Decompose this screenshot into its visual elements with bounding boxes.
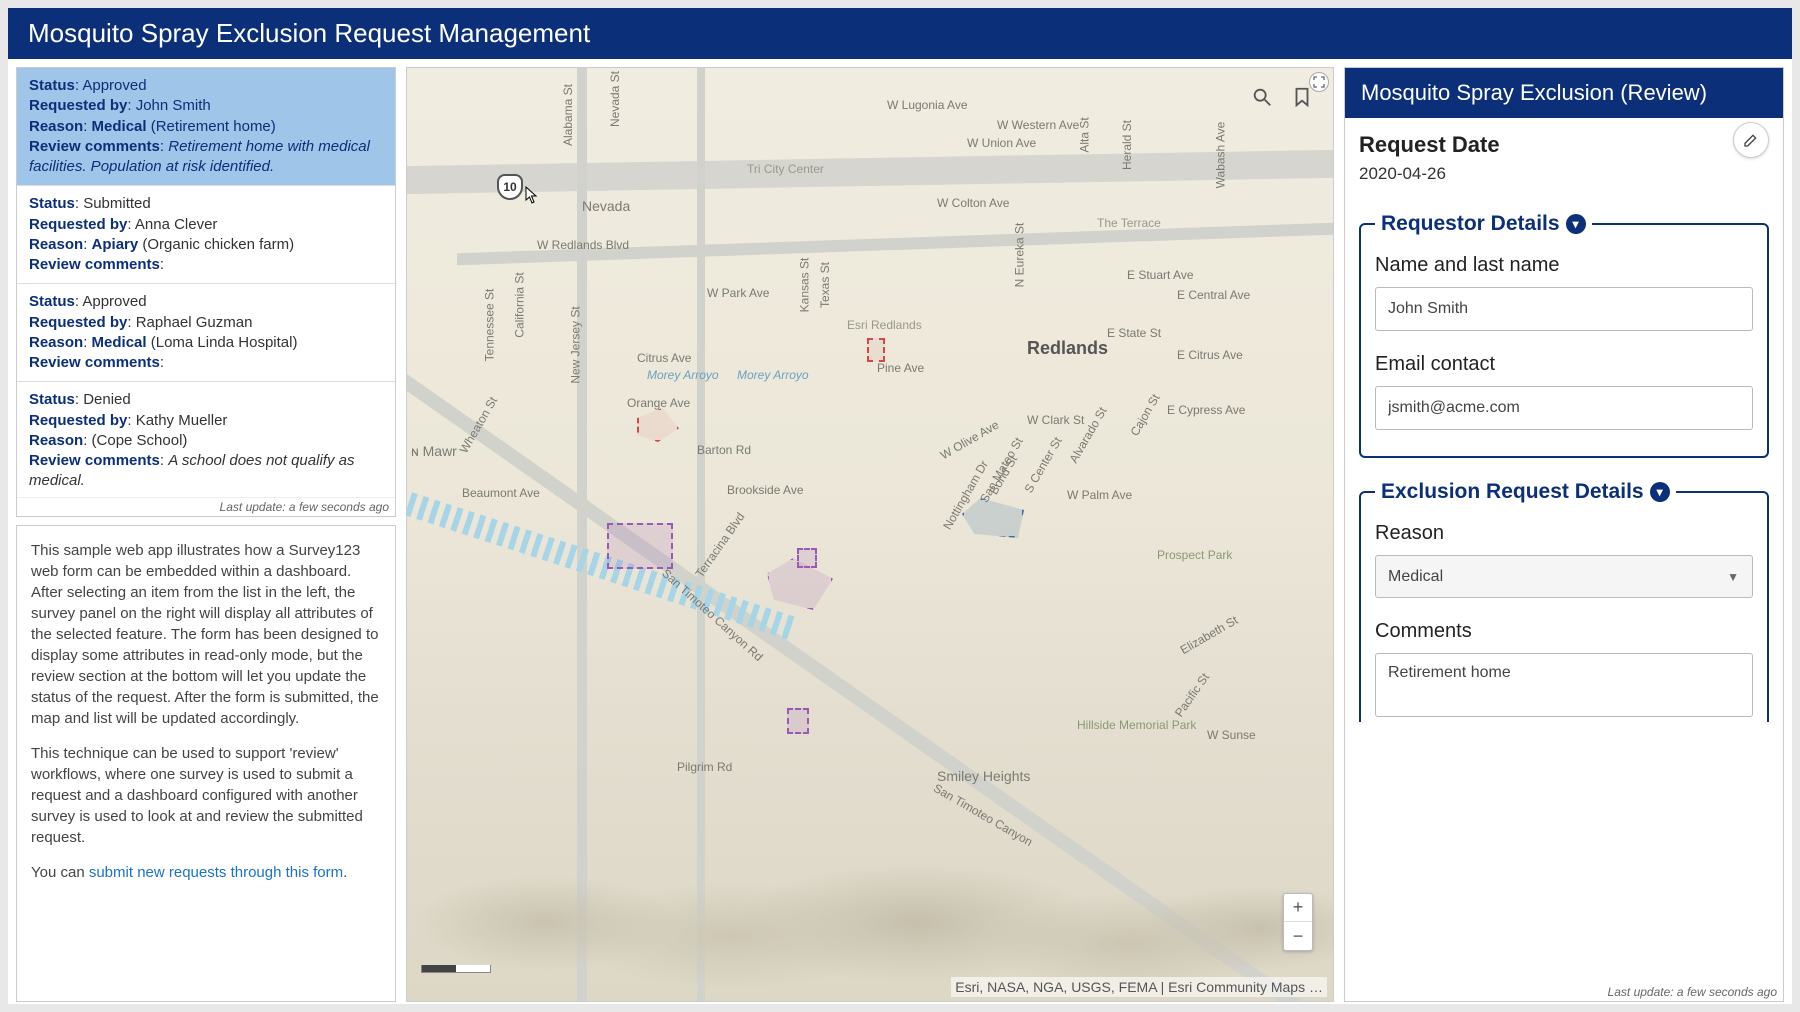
email-label: Email contact xyxy=(1375,353,1753,376)
request-date-value: 2020-04-26 xyxy=(1359,164,1769,184)
review-form-panel: Mosquito Spray Exclusion (Review) Reques… xyxy=(1344,67,1784,1002)
zoom-control: + − xyxy=(1283,893,1313,951)
list-item[interactable]: Status: ApprovedRequested by: Raphael Gu… xyxy=(17,284,395,382)
request-list-panel: Status: ApprovedRequested by: John Smith… xyxy=(16,67,396,517)
list-item[interactable]: Status: ApprovedRequested by: John Smith… xyxy=(17,68,395,186)
comments-field[interactable]: Retirement home xyxy=(1375,653,1753,717)
bookmark-icon[interactable] xyxy=(1291,86,1313,108)
map-feature[interactable] xyxy=(797,548,817,568)
list-item[interactable]: Status: DeniedRequested by: Kathy Muelle… xyxy=(17,382,395,497)
exclusion-details-group: Exclusion Request Details ▾ Reason Medic… xyxy=(1359,480,1769,722)
description-panel: This sample web app illustrates how a Su… xyxy=(16,525,396,1002)
reason-select[interactable]: Medical xyxy=(1375,555,1753,598)
description-p3: You can submit new requests through this… xyxy=(31,862,381,883)
form-header: Mosquito Spray Exclusion (Review) xyxy=(1345,68,1783,118)
chevron-down-icon: ▾ xyxy=(1566,214,1586,234)
email-field[interactable] xyxy=(1375,386,1753,430)
map-feature[interactable] xyxy=(867,338,885,362)
zoom-in-button[interactable]: + xyxy=(1284,894,1312,922)
zoom-out-button[interactable]: − xyxy=(1284,922,1312,950)
scale-bar xyxy=(421,965,491,973)
description-p1: This sample web app illustrates how a Su… xyxy=(31,540,381,729)
submit-new-request-link[interactable]: submit new requests through this form xyxy=(89,864,343,881)
page-title: Mosquito Spray Exclusion Request Managem… xyxy=(8,8,1792,59)
map[interactable]: Redlands Nevada Smiley Heights Hillside … xyxy=(406,67,1334,1002)
name-label: Name and last name xyxy=(1375,254,1753,277)
search-icon[interactable] xyxy=(1251,86,1273,108)
description-p2: This technique can be used to support 'r… xyxy=(31,743,381,848)
interstate-shield-icon: 10 xyxy=(497,174,523,200)
map-attribution: Esri, NASA, NGA, USGS, FEMA | Esri Commu… xyxy=(951,977,1327,997)
comments-label: Comments xyxy=(1375,620,1753,643)
map-feature[interactable] xyxy=(787,708,809,734)
form-last-update: Last update: a few seconds ago xyxy=(1345,983,1783,1001)
name-field[interactable] xyxy=(1375,287,1753,331)
request-date-label: Request Date xyxy=(1359,132,1769,158)
map-feature[interactable] xyxy=(607,523,673,569)
chevron-down-icon: ▾ xyxy=(1650,482,1670,502)
requestor-details-legend[interactable]: Requestor Details ▾ xyxy=(1375,212,1592,236)
requestor-details-group: Requestor Details ▾ Name and last name E… xyxy=(1359,212,1769,458)
list-last-update: Last update: a few seconds ago xyxy=(17,497,395,516)
list-item[interactable]: Status: SubmittedRequested by: Anna Clev… xyxy=(17,186,395,284)
exclusion-details-legend[interactable]: Exclusion Request Details ▾ xyxy=(1375,480,1676,504)
reason-label: Reason xyxy=(1375,522,1753,545)
request-list[interactable]: Status: ApprovedRequested by: John Smith… xyxy=(17,68,395,497)
